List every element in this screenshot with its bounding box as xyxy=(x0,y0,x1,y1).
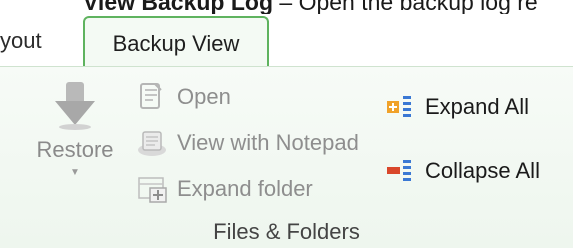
collapse-all-label: Collapse All xyxy=(425,158,540,183)
expand-all-label: Expand All xyxy=(425,94,529,119)
document-heading-rest: – Open the backup log re xyxy=(273,0,538,15)
restore-label: Restore xyxy=(36,137,114,162)
tab-layout[interactable]: yout xyxy=(0,28,42,54)
document-heading-bold: View Backup Log xyxy=(83,0,274,15)
ribbon-panel: Restore ▼ Open View with Notepad Expand … xyxy=(0,66,573,248)
restore-button[interactable]: Restore ▼ xyxy=(32,79,118,219)
expand-all-button[interactable]: Expand All xyxy=(383,87,529,127)
view-with-notepad-button[interactable]: View with Notepad xyxy=(135,123,359,163)
expand-folder-label: Expand folder xyxy=(177,176,313,201)
group-label-files-folders: Files & Folders xyxy=(213,219,360,244)
open-document-icon xyxy=(140,83,162,109)
restore-download-icon xyxy=(55,82,95,130)
chevron-down-icon: ▼ xyxy=(70,167,80,178)
expand-all-icon xyxy=(387,96,411,117)
ribbon-tabstrip: yout Backup View xyxy=(0,14,573,70)
collapse-all-icon xyxy=(387,160,411,181)
view-with-notepad-label: View with Notepad xyxy=(177,130,359,155)
expand-folder-icon xyxy=(138,177,167,203)
collapse-all-button[interactable]: Collapse All xyxy=(383,151,540,191)
expand-folder-button[interactable]: Expand folder xyxy=(135,169,313,209)
tab-backup-view[interactable]: Backup View xyxy=(83,16,269,70)
notepad-icon xyxy=(138,131,166,156)
open-button[interactable]: Open xyxy=(135,77,231,117)
open-label: Open xyxy=(177,84,231,109)
tab-backup-view-label: Backup View xyxy=(112,31,240,56)
